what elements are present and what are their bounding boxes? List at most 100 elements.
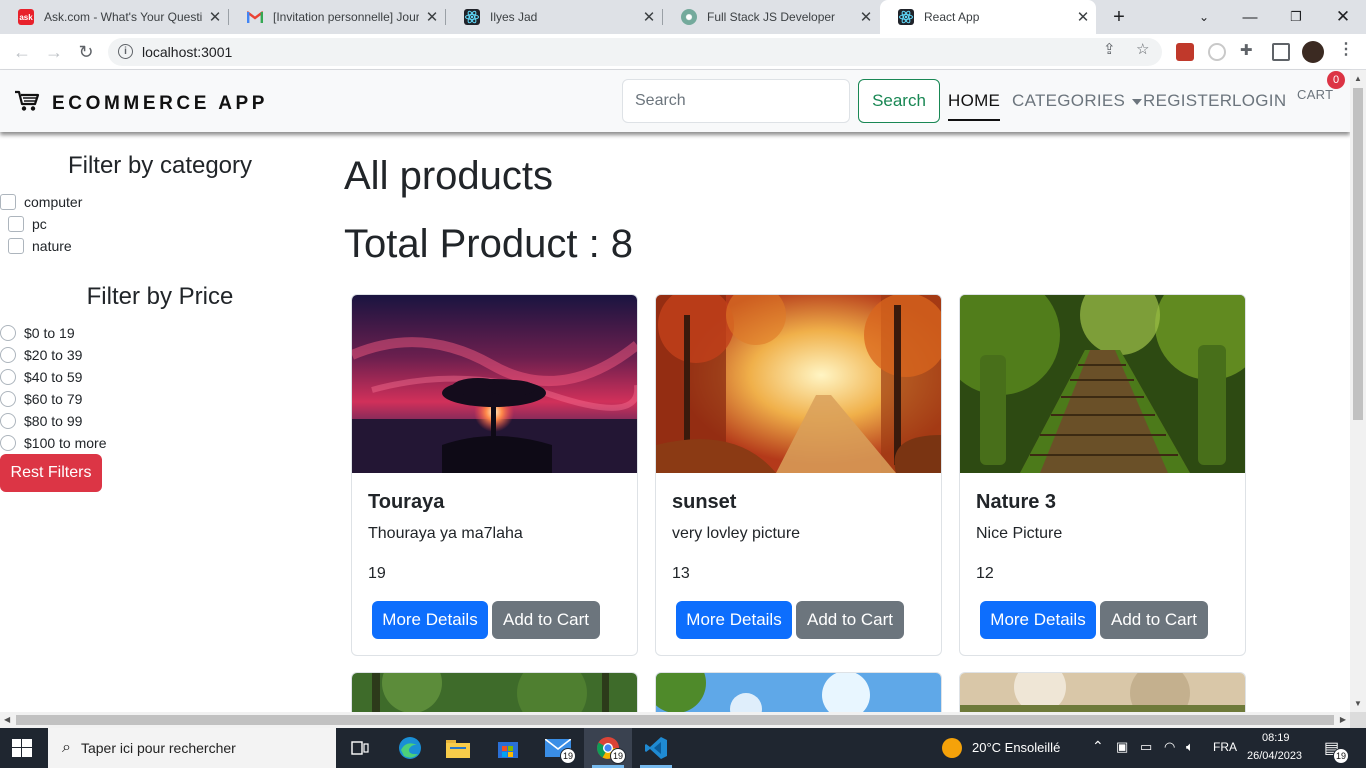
tray-chevron-up-icon[interactable]: ⌃: [1092, 738, 1104, 755]
weather-text[interactable]: 20°C Ensoleillé: [972, 740, 1060, 755]
radio-label: $0 to 19: [24, 325, 75, 341]
extensions-puzzle-icon[interactable]: ✚: [1240, 41, 1253, 59]
nav-login-link[interactable]: LOGIN: [1232, 91, 1286, 111]
reload-icon[interactable]: ↻: [74, 40, 98, 64]
clock-date[interactable]: 26/04/2023: [1247, 750, 1302, 762]
price-radio-40-59[interactable]: $40 to 59: [0, 369, 82, 385]
chrome-icon[interactable]: 19: [584, 728, 632, 768]
category-checkbox-computer[interactable]: computer: [0, 194, 82, 210]
share-icon[interactable]: ⇪: [1103, 40, 1116, 58]
weather-sun-icon[interactable]: [942, 738, 962, 758]
microsoft-store-icon[interactable]: [484, 728, 532, 768]
language-indicator[interactable]: FRA: [1213, 740, 1237, 754]
product-card: sunset very lovley picture 13 More Detai…: [655, 294, 942, 656]
search-button[interactable]: Search: [858, 79, 940, 123]
close-tab-icon[interactable]: ✕: [419, 8, 445, 26]
back-icon[interactable]: ←: [10, 40, 34, 64]
nav-cart-link[interactable]: CART: [1297, 87, 1333, 102]
clock-time[interactable]: 08:19: [1262, 732, 1290, 744]
add-to-cart-button[interactable]: Add to Cart: [796, 601, 904, 639]
browser-tab-ask[interactable]: ask Ask.com - What's Your Question? ✕: [0, 0, 228, 34]
restore-icon[interactable]: ❐: [1273, 0, 1319, 34]
browser-tab-ilyes[interactable]: Ilyes Jad ✕: [446, 0, 662, 34]
add-to-cart-button[interactable]: Add to Cart: [492, 601, 600, 639]
close-tab-icon[interactable]: ✕: [1070, 8, 1096, 26]
price-radio-60-79[interactable]: $60 to 79: [0, 391, 82, 407]
price-radio-20-39[interactable]: $20 to 39: [0, 347, 82, 363]
browser-tab-strip: ask Ask.com - What's Your Question? ✕ [I…: [0, 0, 1366, 34]
price-filter-title: Filter by Price: [86, 283, 234, 310]
profile-avatar[interactable]: [1302, 41, 1324, 63]
forward-icon[interactable]: →: [42, 40, 66, 64]
volume-icon[interactable]: 🔈︎: [1186, 739, 1194, 755]
radio-button[interactable]: [0, 325, 16, 341]
search-input[interactable]: [622, 79, 850, 123]
file-explorer-icon[interactable]: [434, 728, 482, 768]
brand-link[interactable]: ECOMMERCE APP: [14, 89, 268, 118]
browser-tab-fullstack[interactable]: ✺ Full Stack JS Developer ✕: [663, 0, 879, 34]
horizontal-scrollbar[interactable]: ◀ ▶: [0, 712, 1350, 728]
tab-search-icon[interactable]: ⌄: [1181, 0, 1227, 34]
price-radio-100-more[interactable]: $100 to more: [0, 435, 107, 451]
radio-button[interactable]: [0, 413, 16, 429]
checkbox[interactable]: [8, 238, 24, 254]
close-tab-icon[interactable]: ✕: [202, 8, 228, 26]
scroll-left-icon[interactable]: ◀: [4, 715, 10, 724]
product-image: [656, 673, 941, 712]
vertical-scroll-thumb[interactable]: [1353, 88, 1363, 420]
vertical-scrollbar[interactable]: ▲ ▼: [1350, 70, 1366, 712]
radio-button[interactable]: [0, 391, 16, 407]
wifi-icon[interactable]: ◠: [1164, 739, 1175, 755]
extension-red-icon[interactable]: [1176, 43, 1194, 61]
product-card: Touraya Thouraya ya ma7laha 19 More Deta…: [351, 294, 638, 656]
task-view-icon[interactable]: [336, 728, 384, 768]
price-radio-0-19[interactable]: $0 to 19: [0, 325, 75, 341]
price-radio-80-99[interactable]: $80 to 99: [0, 413, 82, 429]
scroll-up-icon[interactable]: ▲: [1354, 74, 1362, 83]
category-checkbox-nature[interactable]: nature: [8, 238, 72, 254]
more-details-button[interactable]: More Details: [676, 601, 792, 639]
new-tab-icon[interactable]: +: [1096, 0, 1142, 34]
minimize-icon[interactable]: —: [1227, 0, 1273, 34]
add-to-cart-button[interactable]: Add to Cart: [1100, 601, 1208, 639]
radio-button[interactable]: [0, 435, 16, 451]
page-title: All products: [344, 154, 553, 198]
radio-button[interactable]: [0, 347, 16, 363]
product-title: Nature 3: [976, 491, 1057, 513]
more-details-button[interactable]: More Details: [980, 601, 1096, 639]
close-tab-icon[interactable]: ✕: [636, 8, 662, 26]
brand-name: ECOMMERCE APP: [52, 92, 269, 114]
horizontal-scroll-thumb[interactable]: [16, 715, 1334, 725]
nav-home-link[interactable]: HOME: [948, 91, 1001, 121]
browser-tab-react-app[interactable]: React App ✕: [880, 0, 1096, 34]
mail-icon[interactable]: 19: [534, 728, 582, 768]
vscode-icon[interactable]: [632, 728, 680, 768]
taskbar-search-box[interactable]: ⌕ Taper ici pour rechercher: [48, 728, 336, 768]
category-checkbox-pc[interactable]: pc: [8, 216, 47, 232]
nav-categories-dropdown[interactable]: CATEGORIES: [1012, 91, 1143, 111]
product-card: Nature 3 Nice Picture 12 More Details Ad…: [959, 294, 1246, 656]
site-info-icon[interactable]: i: [118, 44, 133, 59]
close-window-icon[interactable]: ✕: [1320, 0, 1366, 34]
address-bar[interactable]: i localhost:3001: [108, 38, 1162, 66]
tray-device-icon[interactable]: ▣: [1116, 739, 1128, 755]
windows-start-icon[interactable]: [12, 739, 32, 757]
scrollbar-corner: [1350, 712, 1366, 728]
nav-register-link[interactable]: REGISTER: [1143, 91, 1232, 111]
browser-tab-gmail[interactable]: [Invitation personnelle] Journée ✕: [229, 0, 445, 34]
close-tab-icon[interactable]: ✕: [853, 8, 879, 26]
extension-circle-icon[interactable]: [1208, 43, 1226, 61]
reset-filters-button[interactable]: Rest Filters: [0, 454, 102, 492]
edge-icon[interactable]: [386, 728, 434, 768]
battery-icon[interactable]: ▭: [1140, 739, 1152, 755]
bookmark-star-icon[interactable]: ☆: [1136, 40, 1149, 58]
more-details-button[interactable]: More Details: [372, 601, 488, 639]
checkbox[interactable]: [0, 194, 16, 210]
radio-button[interactable]: [0, 369, 16, 385]
chrome-menu-icon[interactable]: ⋮: [1338, 39, 1354, 59]
product-image: [960, 295, 1245, 473]
scroll-right-icon[interactable]: ▶: [1340, 715, 1346, 724]
side-panel-icon[interactable]: [1272, 43, 1290, 61]
scroll-down-icon[interactable]: ▼: [1354, 699, 1362, 708]
checkbox[interactable]: [8, 216, 24, 232]
